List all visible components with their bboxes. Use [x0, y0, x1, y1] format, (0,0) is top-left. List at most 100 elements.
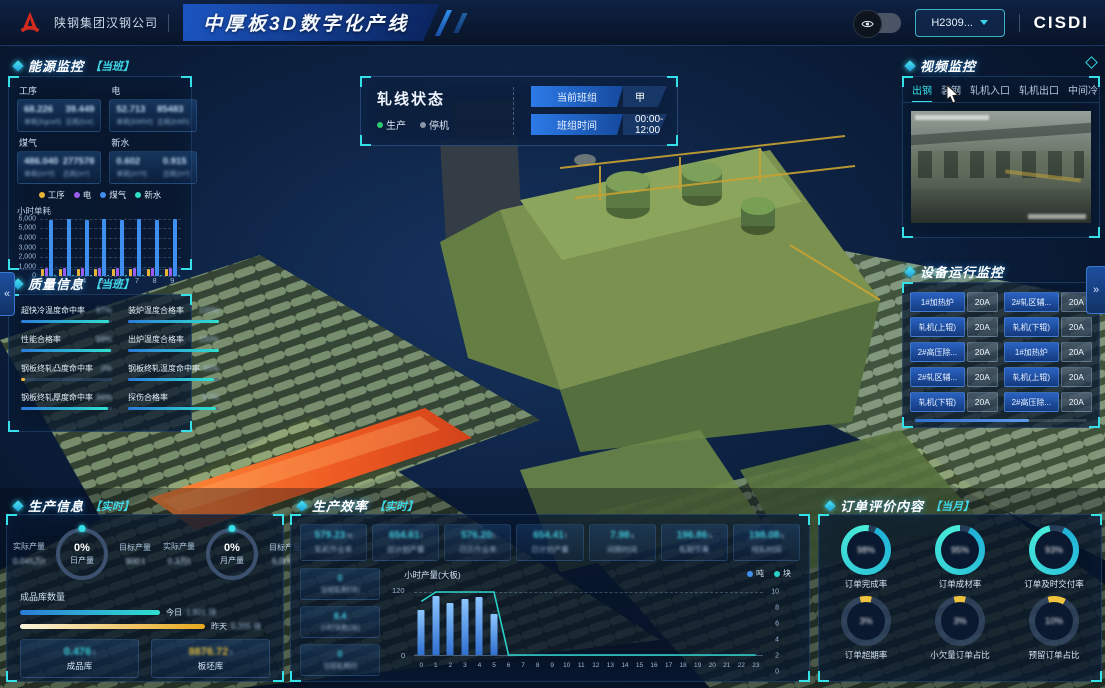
efficiency-stat-label: 日历作业率	[447, 544, 508, 555]
equipment-item-button[interactable]: 2#高压除...	[1004, 392, 1059, 412]
bar-group	[93, 219, 111, 276]
right-panel-collapse-button[interactable]: »	[1086, 266, 1105, 314]
efficiency-stat-value: 198.08s	[736, 530, 797, 541]
legend-item: 煤气	[100, 189, 126, 201]
bar-group	[58, 219, 76, 276]
bar	[169, 268, 172, 276]
page-title: 中厚板3D数字化产线	[203, 14, 409, 35]
inventory-bar-label: 昨天	[211, 621, 227, 632]
efficiency-stat-card: 7.98s 间隙时间	[589, 524, 656, 561]
orders-panel: 98%订单完成率95%订单成材率93%订单及时交付率3%订单超期率3%小欠量订单…	[818, 514, 1102, 682]
decor-slash	[454, 13, 468, 33]
x-axis-tick: 22	[734, 662, 749, 669]
energy-card: 0.602单耗(m³/t)0.915总耗(m³)	[109, 151, 196, 184]
donut-ring: 10%	[1029, 596, 1079, 646]
quality-metric: 钢板终轧厚度命中率96%	[21, 392, 112, 410]
equipment-item-button[interactable]: 1#加热炉	[1004, 342, 1059, 362]
y-axis-tick: 120	[392, 586, 405, 595]
equipment-scrollbar[interactable]	[915, 419, 1087, 422]
efficiency-stat-label: 间隙时间	[592, 544, 653, 555]
side-stat-label: 小时块数(块)	[303, 623, 377, 633]
bar	[85, 220, 89, 276]
camera-tab-5[interactable]: 中间冷	[1068, 82, 1098, 97]
energy-panel-title: 能源监控 【当班】	[14, 56, 134, 75]
inventory-card: 8876.72t板坯库	[151, 639, 270, 678]
equipment-rows: 1#加热炉20A2#轧区辅...20A轧机(上辊)20A轧机(下辊)20A2#高…	[903, 283, 1099, 416]
donut-label: 小欠量订单占比	[930, 649, 990, 661]
efficiency-stat-label: 轧机作业率	[303, 544, 364, 555]
bar	[178, 275, 180, 276]
equipment-item-value: 20A	[967, 367, 998, 387]
diamond-icon	[904, 60, 915, 71]
corner-bracket-icon	[902, 227, 913, 238]
legend-label: 电	[83, 189, 92, 201]
equipment-item-button[interactable]: 2#高压除...	[910, 342, 965, 362]
panel-title-suffix: 【当班】	[90, 276, 134, 292]
inventory-bar-value: 5,205 块	[231, 621, 261, 632]
inventory-card-value: 0.476t	[64, 646, 96, 658]
diamond-icon	[904, 266, 915, 277]
y-axis-tick: 3,000	[18, 244, 36, 251]
quality-metric-label: 钢板终轧凸度命中率	[21, 363, 93, 374]
equipment-item: 轧机(下辊)20A	[910, 392, 998, 412]
x-axis-tick: 17	[661, 662, 676, 669]
camera-tab-3[interactable]: 轧机入口	[970, 82, 1010, 97]
equipment-item-button[interactable]: 1#加热炉	[910, 292, 965, 312]
donut-value: 10%	[1045, 616, 1063, 626]
equipment-item-button[interactable]: 轧机(上辊)	[910, 317, 965, 337]
equipment-item-button[interactable]: 轧机(上辊)	[1004, 367, 1059, 387]
diamond-icon	[296, 500, 307, 511]
x-axis-tick: 19	[690, 662, 705, 669]
hourly-output-chart: 1200108642001234567891011121314151617181…	[412, 585, 779, 669]
energy-category-name: 煤气	[19, 136, 101, 149]
y-axis-tick: 2,000	[18, 253, 36, 260]
line-status-row: 班组时间00:00-12:00	[531, 114, 667, 135]
energy-value: 39.449	[65, 104, 94, 115]
equipment-item-button[interactable]: 2#轧区辅...	[910, 367, 965, 387]
bar	[147, 269, 150, 276]
efficiency-stat-value: 7.98s	[592, 530, 653, 541]
energy-card: 486.040单耗(m³/t)277578总耗(m³)	[17, 151, 101, 184]
status-row-label: 当前班组	[531, 86, 623, 107]
status-dot-icon	[420, 122, 426, 128]
quality-progress-bar	[128, 378, 214, 381]
equipment-item: 1#加热炉20A	[910, 292, 998, 312]
quality-metric-label: 超快冷温度命中率	[21, 305, 85, 316]
bar	[151, 268, 154, 276]
diamond-icon	[824, 500, 835, 511]
header-divider	[168, 14, 169, 32]
left-panel-collapse-button[interactable]: «	[0, 272, 15, 316]
camera-tab-1[interactable]: 出钢	[912, 82, 932, 97]
quality-progress-bar	[128, 320, 219, 323]
y-axis-tick-right: 10	[771, 589, 779, 596]
equipment-item-value: 20A	[1061, 317, 1092, 337]
efficiency-side-card: 8.4小时块数(块)	[300, 606, 380, 638]
inventory-title: 成品库数量	[20, 590, 283, 603]
equipment-item-value: 20A	[967, 292, 998, 312]
donut-value: 95%	[951, 545, 969, 555]
equipment-item: 轧机(上辊)20A	[910, 317, 998, 337]
energy-card: 68.226单耗(kgce/t)39.449总耗(tce)	[17, 99, 101, 132]
side-stat-label: 当班轧制(块)	[303, 585, 377, 595]
eye-icon	[853, 10, 882, 38]
quality-panel: 超快冷温度命中率97%装炉温度合格率100%性能合格率99%出炉温度合格率100…	[8, 294, 192, 432]
inventory-bar	[20, 610, 160, 615]
steel-grade-dropdown[interactable]: H2309...	[915, 9, 1005, 37]
quality-metric-value: 96%	[96, 393, 112, 402]
camera-tab-4[interactable]: 轧机出口	[1019, 82, 1059, 97]
equipment-item: 2#轧区辅...20A	[910, 367, 998, 387]
inventory-card: 0.476t成品库	[20, 639, 139, 678]
visibility-toggle[interactable]	[855, 13, 901, 33]
camera-tab-2[interactable]: 装钢	[941, 82, 961, 97]
energy-value: 0.602	[116, 156, 147, 167]
equipment-item-value: 20A	[1061, 342, 1092, 362]
camera-label-overlay	[1028, 214, 1086, 219]
energy-value-label: 总耗(m³)	[63, 169, 95, 179]
corner-bracket-icon	[360, 135, 371, 146]
x-axis-tick: 9	[163, 276, 181, 287]
equipment-item-button[interactable]: 2#轧区辅...	[1004, 292, 1059, 312]
legend-label: 块	[783, 568, 791, 579]
energy-value-label: 总耗(m³)	[163, 169, 190, 179]
equipment-item-button[interactable]: 轧机(下辊)	[1004, 317, 1059, 337]
equipment-item-button[interactable]: 轧机(下辊)	[910, 392, 965, 412]
